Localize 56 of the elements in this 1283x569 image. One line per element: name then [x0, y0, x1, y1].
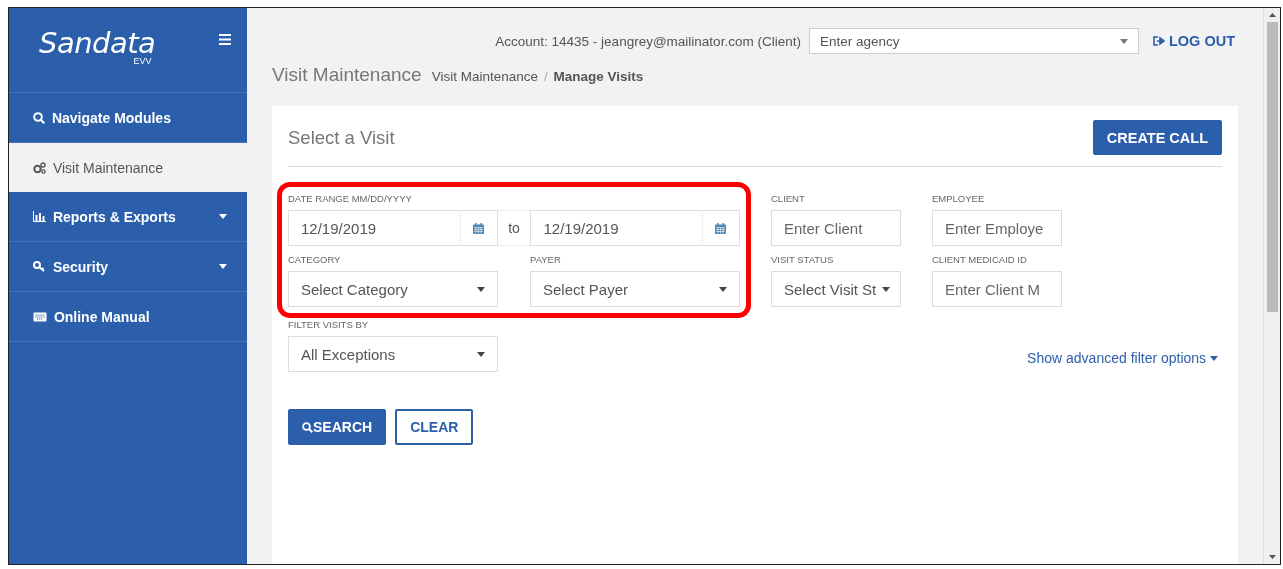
sidebar-item[interactable]: Security — [9, 242, 247, 292]
menu-button[interactable] — [217, 32, 233, 47]
search-icon — [33, 111, 45, 124]
logo-text: Sandata — [39, 28, 156, 58]
category-select[interactable]: Select Category — [288, 271, 498, 307]
filter-select[interactable]: All Exceptions — [288, 336, 498, 372]
field-label: CATEGORY — [288, 254, 342, 267]
keyboard-icon — [33, 311, 47, 322]
sidebar-item[interactable]: Online Manual — [9, 292, 247, 342]
account-label: Account: 14435 - jeangrey@mailinator.com (Client) — [495, 33, 801, 49]
field-label: PAYER — [530, 254, 562, 267]
field-label: EMPLOYEE — [932, 193, 986, 206]
advanced-filter-link[interactable]: Show advanced filter options — [1027, 350, 1218, 366]
select-field[interactable]: Select Visit St — [771, 271, 901, 307]
calendar-icon — [715, 222, 727, 234]
input-field[interactable]: Enter Client M — [932, 271, 1062, 307]
field-label: CLIENT MEDICAID ID — [932, 254, 1028, 267]
scrollbar[interactable] — [1263, 8, 1280, 564]
payer-select[interactable]: Select Payer — [530, 271, 740, 307]
breadcrumb-separator: / — [543, 69, 548, 84]
search-button[interactable]: SEARCH — [288, 409, 387, 445]
caret-icon — [477, 286, 485, 292]
agency-select[interactable]: Enter agency — [808, 28, 1139, 54]
scroll-down-icon — [1268, 555, 1276, 559]
gears-icon — [33, 161, 46, 174]
search-icon — [302, 421, 313, 433]
panel-title: Select a Visit — [288, 126, 395, 149]
scrollbar-thumb[interactable] — [1266, 22, 1278, 312]
menu-icon — [219, 34, 231, 45]
input-field[interactable]: Enter Employe — [932, 210, 1062, 246]
sidebar-item[interactable]: Reports & Exports — [9, 192, 247, 242]
bar-chart-icon — [33, 211, 46, 222]
create-call-button[interactable]: CREATE CALL — [1092, 120, 1222, 155]
input-field[interactable]: Enter Client — [771, 210, 901, 246]
field-label: CLIENT — [771, 193, 806, 206]
logout-link[interactable]: LOG OUT — [1152, 33, 1235, 49]
date-field[interactable]: 12/19/2019 — [288, 210, 498, 246]
calendar-icon — [473, 222, 485, 234]
caret-icon — [719, 286, 727, 292]
scroll-up-icon — [1268, 13, 1276, 17]
breadcrumb-item[interactable]: Visit Maintenance — [431, 69, 538, 84]
breadcrumb-item: Manage Visits — [553, 69, 644, 84]
sidebar-item[interactable]: Visit Maintenance — [9, 143, 247, 192]
logo-subtitle: EVV — [133, 56, 152, 66]
caret-icon — [1119, 38, 1128, 44]
date-field[interactable]: 12/19/2019 — [530, 210, 740, 246]
caret-icon — [1210, 355, 1218, 361]
clear-button[interactable]: CLEAR — [395, 409, 474, 445]
page-title: Visit Maintenance — [272, 64, 422, 86]
field-label: DATE RANGE MM/DD/YYYY — [288, 193, 413, 206]
field-label: FILTER VISITS BY — [288, 319, 370, 332]
key-icon — [33, 261, 46, 272]
sign-out-icon — [1152, 36, 1165, 46]
field-label: VISIT STATUS — [771, 254, 835, 267]
caret-icon — [882, 286, 890, 292]
caret-icon — [477, 351, 485, 357]
